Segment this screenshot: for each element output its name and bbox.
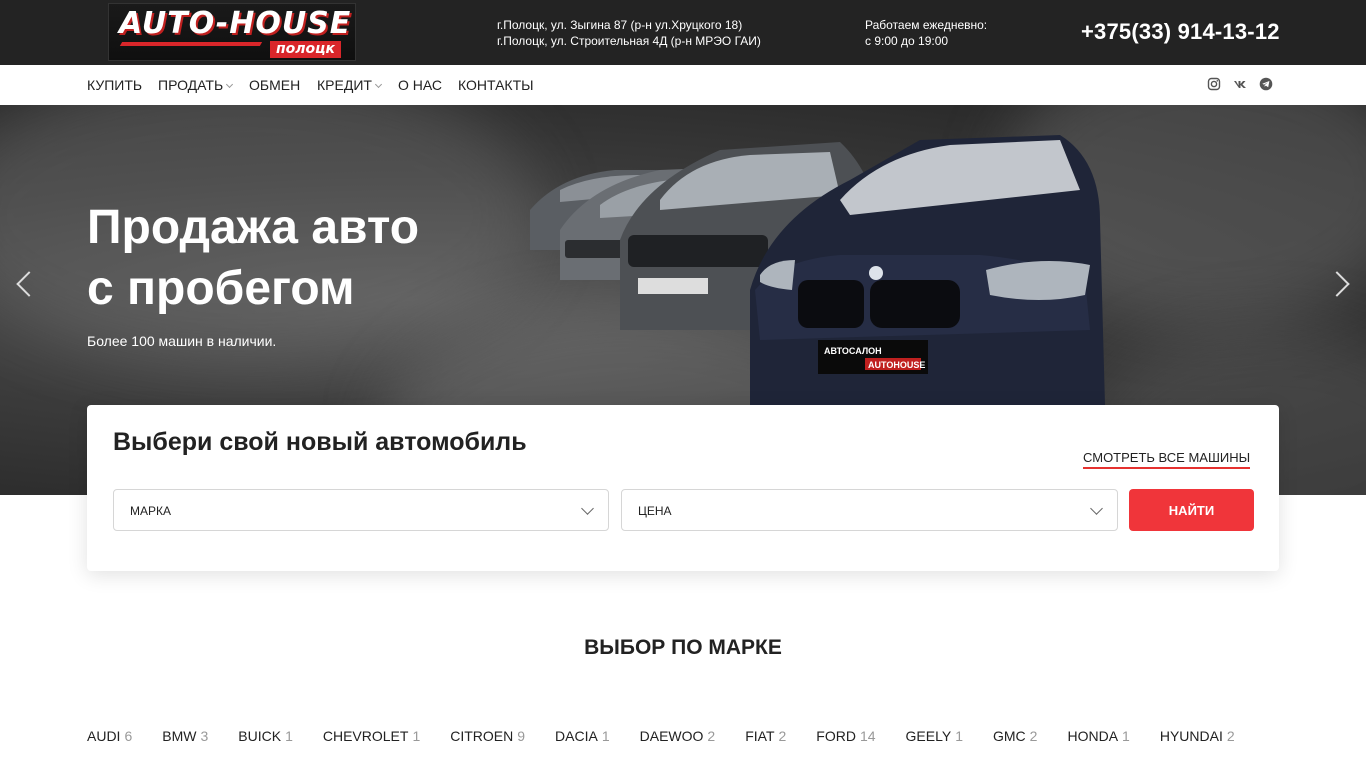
brand-name: FORD	[816, 728, 856, 744]
chevron-down-icon	[226, 80, 234, 89]
nav-item-about[interactable]: О НАС	[398, 77, 442, 93]
brand-name: BUICK	[238, 728, 282, 744]
hero-title-line-1: Продажа авто	[87, 201, 420, 254]
vk-icon[interactable]	[1233, 77, 1247, 91]
hours-line-1: Работаем ежедневно:	[865, 18, 988, 32]
hero-title-line-2: с пробегом	[87, 262, 355, 315]
nav-label: КОНТАКТЫ	[458, 77, 534, 93]
hero-title: Продажа авто с пробегом	[87, 197, 419, 319]
plate-text: АВТОСАЛОН	[824, 346, 882, 356]
brand-name: AUDI	[87, 728, 121, 744]
nav-item-contacts[interactable]: КОНТАКТЫ	[458, 77, 534, 93]
brand-count: 9	[517, 728, 526, 744]
main-nav: КУПИТЬ ПРОДАТЬ ОБМЕН КРЕДИТ О НАС КОНТАК…	[0, 65, 1366, 105]
header-hours: Работаем ежедневно: с 9:00 до 19:00	[865, 17, 987, 49]
nav-label: ПРОДАТЬ	[158, 77, 224, 93]
search-title: Выбери свой новый автомобиль	[113, 428, 527, 456]
brand-name: CHEVROLET	[322, 728, 409, 744]
nav-label: О НАС	[398, 77, 443, 93]
nav-item-exchange[interactable]: ОБМЕН	[249, 77, 300, 93]
brand-name: DACIA	[555, 728, 598, 744]
brand-count: 6	[124, 728, 133, 744]
brands-section-title: ВЫБОР ПО МАРКЕ	[584, 636, 782, 659]
hero-subtitle: Более 100 машин в наличии.	[87, 333, 277, 349]
nav-item-buy[interactable]: КУПИТЬ	[87, 77, 142, 93]
nav-label: КУПИТЬ	[87, 77, 143, 93]
brand-name: HYUNDAI	[1159, 728, 1223, 744]
plate-brand: AUTOHOUSE	[868, 360, 925, 370]
brand-item[interactable]: FIAT 2	[745, 728, 786, 744]
brand-item[interactable]: HONDA 1	[1067, 728, 1129, 744]
brand-count: 1	[601, 728, 610, 744]
brand-item[interactable]: DAEWOO 2	[640, 728, 716, 744]
brand-name: DAEWOO	[639, 728, 704, 744]
logo-sub-text: полоцк	[269, 41, 341, 58]
brand-name: HONDA	[1067, 728, 1119, 744]
brand-select[interactable]: МАРКА	[113, 489, 609, 531]
nav-item-sell[interactable]: ПРОДАТЬ	[158, 77, 234, 93]
nav-label: ОБМЕН	[249, 77, 301, 93]
brand-item[interactable]: DACIA 1	[555, 728, 610, 744]
chevron-down-icon	[581, 502, 594, 515]
search-card: Выбери свой новый автомобиль СМОТРЕТЬ ВС…	[87, 405, 1279, 571]
brand-item[interactable]: AUDI 6	[87, 728, 132, 744]
brand-name: BMW	[162, 728, 197, 744]
logo-swoosh	[119, 42, 263, 46]
brand-select-value: МАРКА	[130, 504, 171, 518]
price-select[interactable]: ЦЕНА	[621, 489, 1118, 531]
brand-item[interactable]: BUICK 1	[238, 728, 293, 744]
brand-name: GMC	[993, 728, 1026, 744]
brand-list: AUDI 6 BMW 3 BUICK 1 CHEVROLET 1 CITROEN 9 DA…	[87, 728, 1265, 744]
brand-item[interactable]: GMC 2	[993, 728, 1037, 744]
brand-count: 2	[1226, 728, 1235, 744]
brand-item[interactable]: CHEVROLET 1	[323, 728, 420, 744]
brand-count: 1	[1122, 728, 1130, 744]
brand-name: FIAT	[745, 728, 775, 744]
brand-count: 3	[200, 728, 209, 744]
brand-count: 2	[707, 728, 716, 744]
brand-count: 1	[412, 728, 421, 744]
find-button[interactable]: НАЙТИ	[1129, 489, 1254, 531]
see-all-link[interactable]: СМОТРЕТЬ ВСЕ МАШИНЫ	[1083, 450, 1251, 469]
brand-count: 1	[955, 728, 963, 744]
address-line-1: г.Полоцк, ул. Зыгина 87 (р-н ул.Хруцкого…	[497, 18, 743, 32]
brand-item[interactable]: GEELY 1	[906, 728, 963, 744]
brand-count: 14	[859, 728, 876, 744]
brand-name: CITROEN	[450, 728, 514, 744]
price-select-value: ЦЕНА	[638, 504, 672, 518]
chevron-down-icon	[374, 80, 382, 89]
nav-label: КРЕДИТ	[317, 77, 372, 93]
brand-count: 2	[778, 728, 787, 744]
site-logo[interactable]: AUTO-HOUSE полоцк	[108, 3, 356, 61]
header-address: г.Полоцк, ул. Зыгина 87 (р-н ул.Хруцкого…	[497, 17, 761, 49]
brand-count: 2	[1029, 728, 1038, 744]
brand-item[interactable]: BMW 3	[162, 728, 208, 744]
brand-item[interactable]: HYUNDAI 2	[1160, 728, 1235, 744]
hours-line-2: с 9:00 до 19:00	[865, 34, 949, 48]
cars-illustration: АВТОСАЛОН AUTOHOUSE	[530, 135, 1105, 405]
brand-count: 1	[285, 728, 293, 744]
chevron-down-icon	[1090, 502, 1103, 515]
brand-item[interactable]: CITROEN 9	[450, 728, 525, 744]
top-bar: AUTO-HOUSE полоцк г.Полоцк, ул. Зыгина 8…	[0, 0, 1366, 65]
header-phone[interactable]: +375(33) 914-13-12	[1081, 19, 1280, 45]
telegram-icon[interactable]	[1259, 77, 1273, 91]
address-line-2: г.Полоцк, ул. Строительная 4Д (р-н МРЭО …	[497, 34, 761, 48]
nav-item-credit[interactable]: КРЕДИТ	[317, 77, 382, 93]
instagram-icon[interactable]	[1207, 77, 1221, 91]
brand-item[interactable]: FORD 14	[816, 728, 875, 744]
logo-main-text: AUTO-HOUSE	[119, 6, 352, 41]
brand-name: GEELY	[905, 728, 952, 744]
